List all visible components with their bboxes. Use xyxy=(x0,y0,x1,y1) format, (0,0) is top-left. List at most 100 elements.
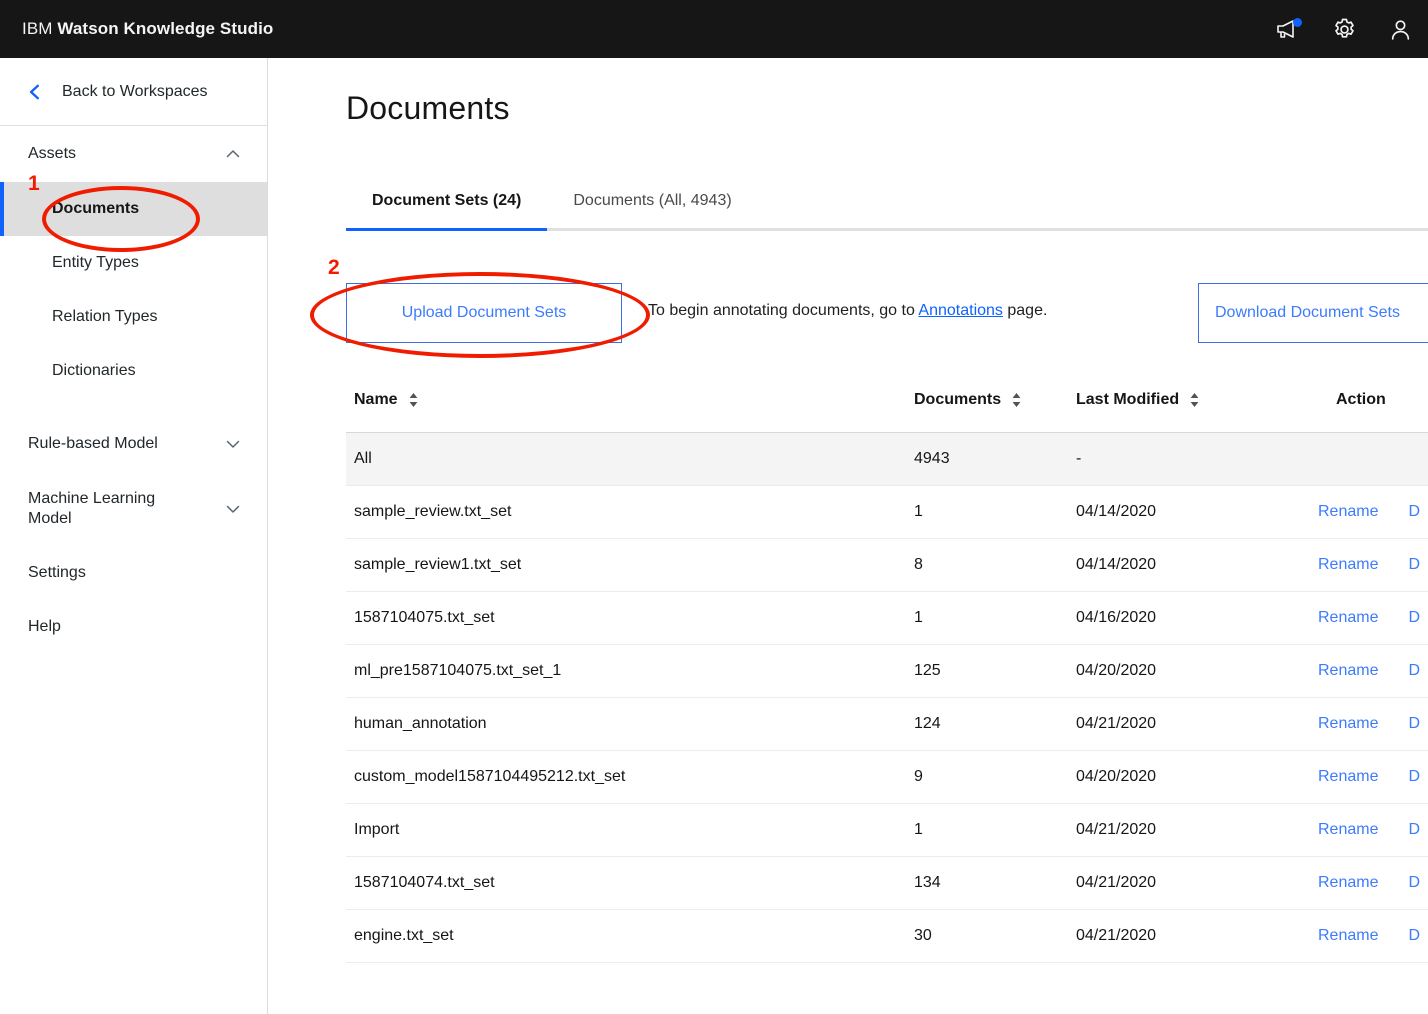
tab-documents-all-label: Documents (All, 4943) xyxy=(573,191,732,209)
sidebar-group-machine-learning-model-label: Machine Learning Model xyxy=(28,490,156,527)
rename-link[interactable]: Rename xyxy=(1318,556,1378,573)
delete-link[interactable]: D xyxy=(1408,927,1420,944)
sidebar-item-documents[interactable]: Documents xyxy=(0,182,267,236)
rename-link[interactable]: Rename xyxy=(1318,927,1378,944)
cell-documents: 30 xyxy=(906,909,1068,963)
cell-action xyxy=(1310,432,1428,486)
column-header-name[interactable]: Name xyxy=(346,368,906,433)
delete-link[interactable]: D xyxy=(1408,715,1420,732)
delete-link[interactable]: D xyxy=(1408,609,1420,626)
cell-name: engine.txt_set xyxy=(346,909,906,963)
cell-name: 1587104075.txt_set xyxy=(346,591,906,645)
delete-link[interactable]: D xyxy=(1408,768,1420,785)
column-header-documents[interactable]: Documents xyxy=(906,368,1068,433)
sidebar-group-assets-label: Assets xyxy=(28,145,77,162)
annotating-hint: To begin annotating documents, go to Ann… xyxy=(648,302,1047,320)
user-avatar-icon xyxy=(1391,19,1409,40)
cell-documents: 8 xyxy=(906,538,1068,592)
tab-bar-filler xyxy=(757,173,1428,231)
cell-documents: 125 xyxy=(906,644,1068,698)
rename-link[interactable]: Rename xyxy=(1318,821,1378,838)
cell-name: human_annotation xyxy=(346,697,906,751)
hint-text-before: To begin annotating documents, go to xyxy=(648,302,919,319)
download-document-sets-button[interactable]: Download Document Sets xyxy=(1198,283,1428,343)
sidebar-group-machine-learning-model[interactable]: Machine Learning Model xyxy=(0,472,267,546)
table-row[interactable]: custom_model1587104495212.txt_set 9 04/20/… xyxy=(346,750,1428,804)
cell-modified: 04/14/2020 xyxy=(1068,538,1310,592)
sidebar-item-help[interactable]: Help xyxy=(0,600,267,654)
rename-link[interactable]: Rename xyxy=(1318,662,1378,679)
delete-link[interactable]: D xyxy=(1408,503,1420,520)
gear-icon xyxy=(1334,18,1354,38)
table-row[interactable]: sample_review.txt_set 1 04/14/2020 Rename D xyxy=(346,485,1428,539)
table-header-row: Name Documents Last Modified Action xyxy=(346,368,1428,433)
cell-action: Rename D xyxy=(1310,538,1428,592)
sidebar-item-dictionaries[interactable]: Dictionaries xyxy=(0,344,267,398)
page-title: Documents xyxy=(346,90,510,126)
table-row[interactable]: engine.txt_set 30 04/21/2020 Rename D xyxy=(346,909,1428,963)
sort-arrows-icon xyxy=(1012,392,1021,407)
cell-modified: 04/21/2020 xyxy=(1068,909,1310,963)
column-header-action: Action xyxy=(1310,368,1428,433)
cell-modified: 04/20/2020 xyxy=(1068,750,1310,804)
cell-name: custom_model1587104495212.txt_set xyxy=(346,750,906,804)
cell-action: Rename D xyxy=(1310,750,1428,804)
rename-link[interactable]: Rename xyxy=(1318,874,1378,891)
back-to-workspaces-label: Back to Workspaces xyxy=(62,82,208,100)
main-content: Documents Document Sets (24) Documents (… xyxy=(268,58,1428,1014)
delete-link[interactable]: D xyxy=(1408,662,1420,679)
notification-dot xyxy=(1293,18,1302,27)
download-document-sets-label: Download Document Sets xyxy=(1215,304,1400,321)
table-row[interactable]: sample_review1.txt_set 8 04/14/2020 Rename D xyxy=(346,538,1428,592)
column-header-last-modified[interactable]: Last Modified xyxy=(1068,368,1310,433)
delete-link[interactable]: D xyxy=(1408,556,1420,573)
document-sets-table: Name Documents Last Modified Action All … xyxy=(346,368,1428,963)
sidebar-item-settings[interactable]: Settings xyxy=(0,546,267,600)
rename-link[interactable]: Rename xyxy=(1318,609,1378,626)
cell-modified: 04/16/2020 xyxy=(1068,591,1310,645)
tab-documents-all[interactable]: Documents (All, 4943) xyxy=(547,173,758,231)
cell-name: 1587104074.txt_set xyxy=(346,856,906,910)
delete-link[interactable]: D xyxy=(1408,874,1420,891)
tab-document-sets[interactable]: Document Sets (24) xyxy=(346,173,548,231)
brand-prefix: IBM xyxy=(22,19,53,38)
sidebar: Back to Workspaces Assets Documents Enti… xyxy=(0,58,268,1014)
upload-document-sets-button[interactable]: Upload Document Sets xyxy=(346,283,622,343)
cell-action: Rename D xyxy=(1310,697,1428,751)
rename-link[interactable]: Rename xyxy=(1318,768,1378,785)
table-row[interactable]: All 4943- xyxy=(346,432,1428,486)
rename-link[interactable]: Rename xyxy=(1318,715,1378,732)
table-row[interactable]: ml_pre1587104075.txt_set_1 125 04/20/2020 R… xyxy=(346,644,1428,698)
delete-link[interactable]: D xyxy=(1408,821,1420,838)
cell-documents: 1 xyxy=(906,591,1068,645)
sidebar-group-rule-based-model[interactable]: Rule-based Model xyxy=(0,416,267,472)
column-header-documents-label: Documents xyxy=(914,390,1002,408)
sidebar-group-assets[interactable]: Assets xyxy=(0,126,267,182)
cell-action: Rename D xyxy=(1310,803,1428,857)
annotations-link[interactable]: Annotations xyxy=(918,302,1003,319)
cell-action: Rename D xyxy=(1310,909,1428,963)
cell-name: sample_review.txt_set xyxy=(346,485,906,539)
cell-modified: - xyxy=(1068,432,1310,486)
sidebar-item-entity-types[interactable]: Entity Types xyxy=(0,236,267,290)
cell-name: Import xyxy=(346,803,906,857)
chevron-down-icon xyxy=(226,440,240,448)
back-to-workspaces-link[interactable]: Back to Workspaces xyxy=(0,58,267,126)
cell-modified: 04/20/2020 xyxy=(1068,644,1310,698)
settings-button[interactable] xyxy=(1316,0,1372,58)
cell-action: Rename D xyxy=(1310,644,1428,698)
cell-action: Rename D xyxy=(1310,485,1428,539)
account-button[interactable] xyxy=(1372,0,1428,58)
header-actions xyxy=(1260,0,1428,58)
sidebar-group-rule-based-model-label: Rule-based Model xyxy=(28,435,158,452)
table-row[interactable]: 1587104074.txt_set 134 04/21/2020 Rename D xyxy=(346,856,1428,910)
announcements-button[interactable] xyxy=(1260,0,1316,58)
table-row[interactable]: human_annotation 124 04/21/2020 Rename D xyxy=(346,697,1428,751)
sidebar-item-relation-types[interactable]: Relation Types xyxy=(0,290,267,344)
table-row[interactable]: 1587104075.txt_set 1 04/16/2020 Rename D xyxy=(346,591,1428,645)
table-row[interactable]: Import 1 04/21/2020 Rename D xyxy=(346,803,1428,857)
brand-name: Watson Knowledge Studio xyxy=(57,19,274,38)
rename-link[interactable]: Rename xyxy=(1318,503,1378,520)
sidebar-item-entity-types-label: Entity Types xyxy=(52,254,139,271)
